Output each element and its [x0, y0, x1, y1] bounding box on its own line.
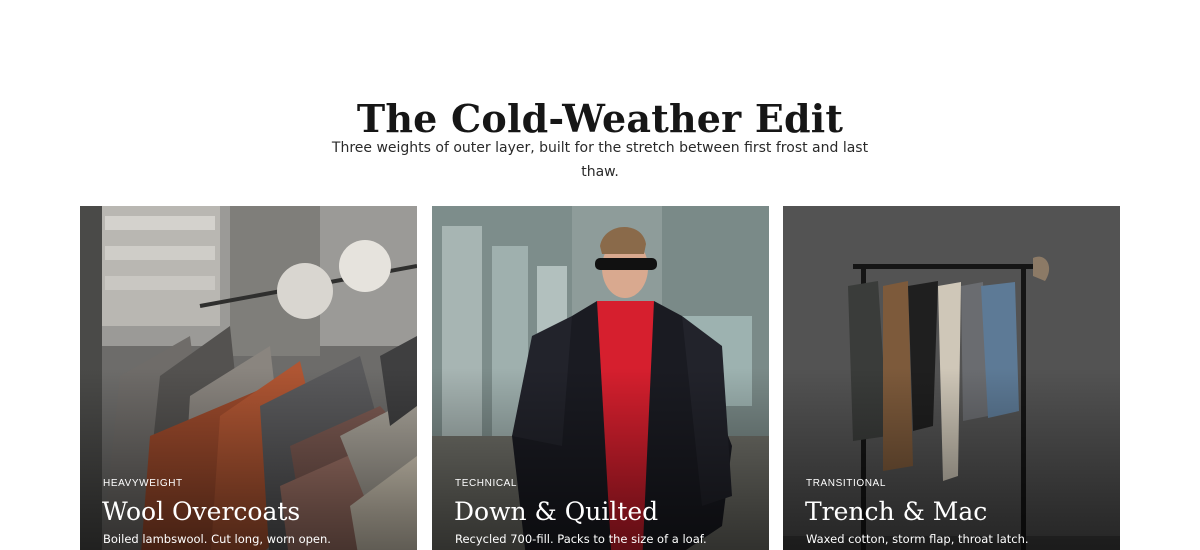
- card-eyebrow: TRANSITIONAL: [806, 478, 886, 489]
- section-subtitle: Three weights of outer layer, built for …: [331, 140, 869, 180]
- card-description: Waxed cotton, storm flap, throat latch.: [806, 532, 1029, 546]
- category-card-wool-overcoats[interactable]: HEAVYWEIGHT Wool Overcoats Boiled lambsw…: [80, 206, 417, 550]
- category-card-trench-mac[interactable]: TRANSITIONAL Trench & Mac Waxed cotton, …: [783, 206, 1120, 550]
- card-description: Recycled 700-fill. Packs to the size of …: [455, 532, 707, 546]
- card-title[interactable]: Wool Overcoats: [102, 494, 300, 530]
- card-description: Boiled lambswool. Cut long, worn open.: [103, 532, 331, 546]
- card-title[interactable]: Down & Quilted: [454, 494, 658, 530]
- card-eyebrow: HEAVYWEIGHT: [103, 478, 183, 489]
- category-card-down-quilted[interactable]: TECHNICAL Down & Quilted Recycled 700-fi…: [432, 206, 769, 550]
- card-title[interactable]: Trench & Mac: [805, 494, 987, 530]
- card-eyebrow: TECHNICAL: [455, 478, 518, 489]
